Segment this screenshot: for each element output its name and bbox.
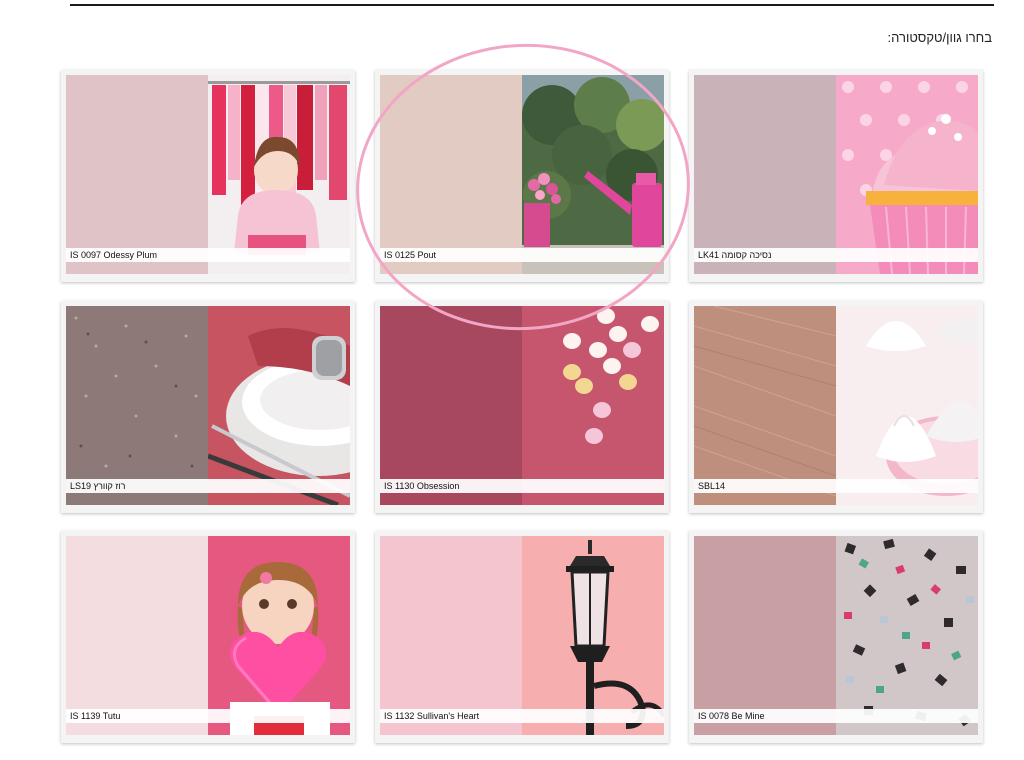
color-label: IS 0097 Odessy Plum [66, 248, 350, 262]
color-card-sullivans-heart[interactable]: IS 1132 Sullivan's Heart [375, 531, 669, 743]
color-card-pout[interactable]: IS 0125 Pout [375, 70, 669, 282]
color-card-tutu[interactable]: IS 1139 Tutu [61, 531, 355, 743]
color-card-lk41[interactable]: LK41 נסיכה קסומה [689, 70, 983, 282]
page-heading: בחרו גוון/טקסטורה: [887, 30, 992, 45]
child-clothes-rack-image [208, 75, 350, 274]
color-swatch [66, 75, 208, 274]
color-card-obsession[interactable]: IS 1130 Obsession [375, 301, 669, 513]
top-rule [70, 4, 994, 6]
candy-hearts-image [522, 306, 664, 505]
color-label: SBL14 [694, 479, 978, 493]
color-swatch [694, 536, 836, 735]
color-card-sbl14[interactable]: SBL14 [689, 301, 983, 513]
napkin-and-plate-image [208, 306, 350, 505]
street-lamp-image [522, 536, 664, 735]
color-swatch [380, 75, 522, 274]
color-swatch [380, 536, 522, 735]
color-swatch [694, 75, 836, 274]
color-card-be-mine[interactable]: IS 0078 Be Mine [689, 531, 983, 743]
color-label: IS 0125 Pout [380, 248, 664, 262]
girl-with-heart-image [208, 536, 350, 735]
color-label: IS 1139 Tutu [66, 709, 350, 723]
color-label: LK41 נסיכה קסומה [694, 248, 978, 262]
color-label: IS 1130 Obsession [380, 479, 664, 493]
color-label: LS19 רוז קוורץ [66, 479, 350, 493]
color-swatch [66, 536, 208, 735]
color-swatch [380, 306, 522, 505]
color-label: IS 1132 Sullivan's Heart [380, 709, 664, 723]
color-label: IS 0078 Be Mine [694, 709, 978, 723]
confetti-image [836, 536, 978, 735]
pink-cupcake-image [836, 75, 978, 274]
garden-watering-can-image [522, 75, 664, 274]
glitter-swatch [66, 306, 208, 505]
meringues-image [836, 306, 978, 505]
color-card-ls19[interactable]: LS19 רוז קוורץ [61, 301, 355, 513]
color-card-odessy-plum[interactable]: IS 0097 Odessy Plum [61, 70, 355, 282]
texture-swatch [694, 306, 836, 505]
